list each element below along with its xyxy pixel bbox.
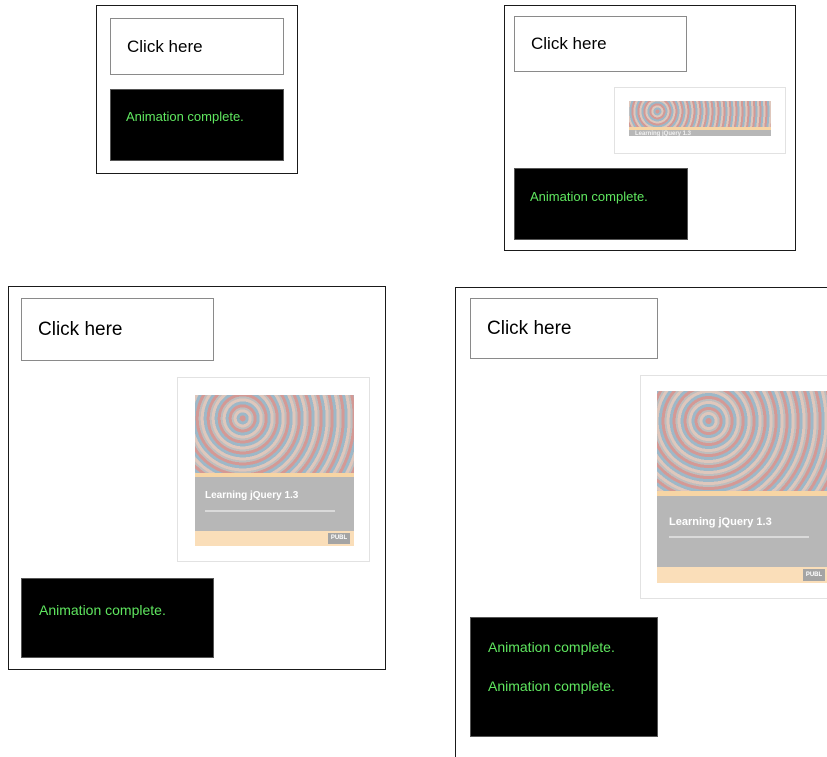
demo-panel-1: Click here Animation complete. [96, 5, 298, 174]
book-title: Learning jQuery 1.3 [205, 490, 299, 501]
demo-panel-4: Click here Learning jQuery 1.3 PUBL Anim… [455, 287, 827, 757]
book-cover-frame: Learning jQuery 1.3 [614, 87, 786, 154]
animation-log: Animation complete. Animation complete. [470, 617, 658, 737]
book-cover-frame: Learning jQuery 1.3 PUBL [640, 375, 827, 599]
book-cover-image: Learning jQuery 1.3 PUBL [657, 391, 827, 583]
click-here-button[interactable]: Click here [21, 298, 214, 361]
demo-panel-3: Click here Learning jQuery 1.3 PUBL Anim… [8, 286, 386, 670]
log-message: Animation complete. [126, 109, 244, 124]
animation-log: Animation complete. [21, 578, 214, 658]
log-message: Animation complete. [488, 639, 615, 655]
click-here-button[interactable]: Click here [110, 18, 284, 75]
animation-log: Animation complete. [514, 168, 688, 240]
book-cover-image: Learning jQuery 1.3 [629, 101, 771, 136]
book-cover-frame: Learning jQuery 1.3 PUBL [177, 377, 370, 562]
publisher-label: PUBL [328, 533, 350, 544]
click-here-button[interactable]: Click here [514, 16, 687, 72]
log-message: Animation complete. [530, 189, 648, 204]
log-message: Animation complete. [488, 678, 615, 694]
publisher-label: PUBL [803, 569, 825, 581]
log-message: Animation complete. [39, 602, 166, 618]
book-cover-image: Learning jQuery 1.3 PUBL [195, 395, 354, 546]
book-footer: PUBL [195, 531, 354, 546]
book-title: Learning jQuery 1.3 [669, 516, 772, 528]
demo-panel-2: Click here Learning jQuery 1.3 Animation… [504, 5, 796, 251]
animation-log: Animation complete. [110, 89, 284, 161]
book-footer: PUBL [657, 567, 827, 583]
click-here-button[interactable]: Click here [470, 298, 658, 359]
